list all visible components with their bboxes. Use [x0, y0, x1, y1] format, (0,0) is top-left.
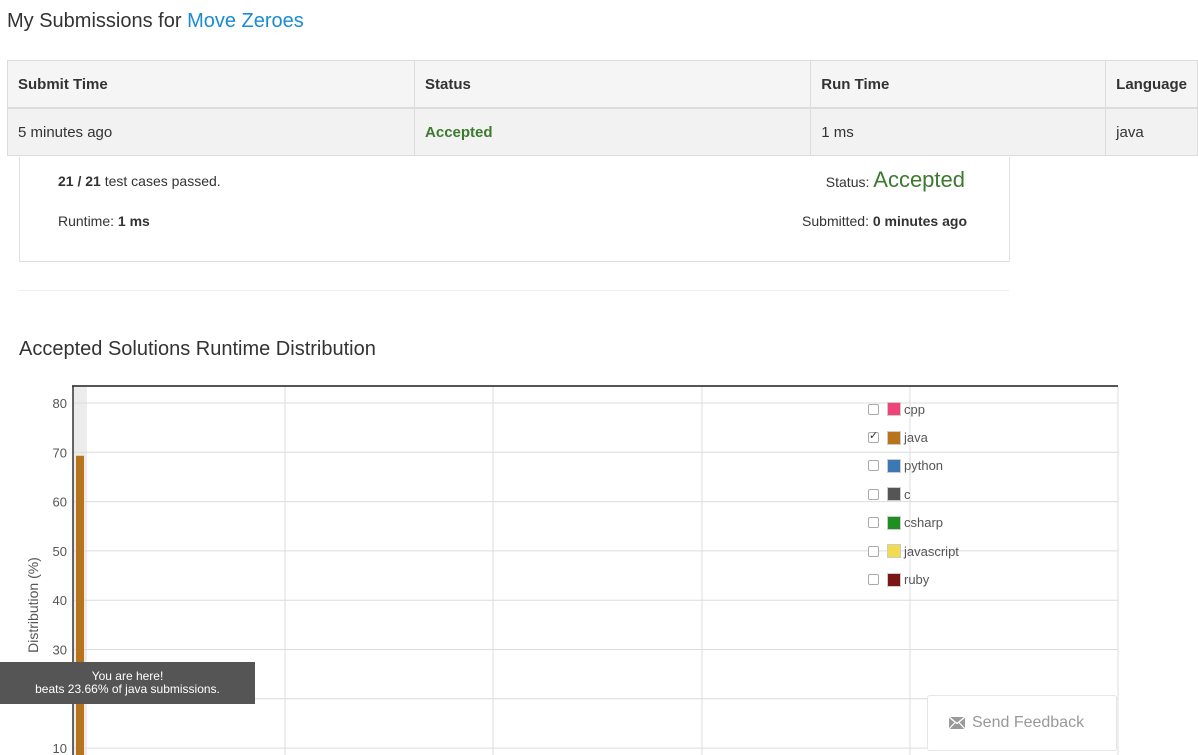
legend-checkbox[interactable] — [868, 517, 879, 529]
legend-label: java — [904, 430, 928, 446]
y-tick-label: 40 — [53, 593, 67, 608]
legend-label: c — [904, 486, 911, 502]
legend-label: javascript — [904, 543, 959, 559]
legend-item-ruby[interactable]: ruby — [868, 565, 959, 593]
y-tick-label: 80 — [53, 396, 67, 411]
legend-item-python[interactable]: python — [868, 452, 959, 480]
legend-checkbox[interactable] — [868, 403, 879, 415]
legend-swatch — [887, 430, 901, 445]
legend-swatch — [887, 458, 901, 473]
legend-label: cpp — [904, 401, 925, 417]
tooltip-line-2: beats 23.66% of java submissions. — [35, 682, 220, 696]
y-tick-label: 60 — [53, 495, 67, 510]
legend-checkbox[interactable] — [868, 460, 879, 472]
legend-checkbox[interactable] — [868, 488, 879, 500]
legend-swatch — [887, 572, 901, 587]
send-feedback-label: Send Feedback — [972, 714, 1085, 731]
legend-label: python — [904, 458, 944, 474]
legend-swatch — [887, 402, 901, 417]
legend-swatch — [887, 487, 901, 502]
legend-label: ruby — [904, 572, 930, 588]
legend-item-javascript[interactable]: javascript — [868, 537, 959, 565]
legend-swatch — [887, 544, 901, 559]
y-tick-label: 30 — [53, 643, 67, 658]
legend-item-java[interactable]: java — [868, 423, 959, 451]
chart-legend: cpp java python c csharp javascript ruby — [868, 395, 959, 594]
legend-checkbox[interactable] — [868, 545, 879, 557]
legend-checkbox[interactable] — [868, 574, 879, 586]
y-tick-label: 70 — [53, 445, 67, 460]
legend-item-c[interactable]: c — [868, 480, 959, 508]
y-tick-label: 50 — [53, 544, 67, 559]
envelope-icon — [949, 717, 965, 729]
legend-label: csharp — [904, 515, 944, 531]
y-tick-label: 10 — [53, 741, 67, 755]
legend-swatch — [887, 515, 901, 530]
y-axis-label: Distribution (%) — [25, 557, 41, 653]
legend-checkbox[interactable] — [868, 429, 879, 444]
bar-java[interactable] — [76, 455, 84, 755]
chart-bars — [76, 455, 84, 755]
legend-item-cpp[interactable]: cpp — [868, 395, 959, 423]
you-are-here-tooltip: You are here! beats 23.66% of java submi… — [0, 662, 255, 704]
legend-item-csharp[interactable]: csharp — [868, 509, 959, 537]
runtime-distribution-chart: 1020304050607080 Distribution (%) — [25, 385, 1119, 755]
send-feedback-button[interactable]: Send Feedback — [927, 695, 1117, 751]
